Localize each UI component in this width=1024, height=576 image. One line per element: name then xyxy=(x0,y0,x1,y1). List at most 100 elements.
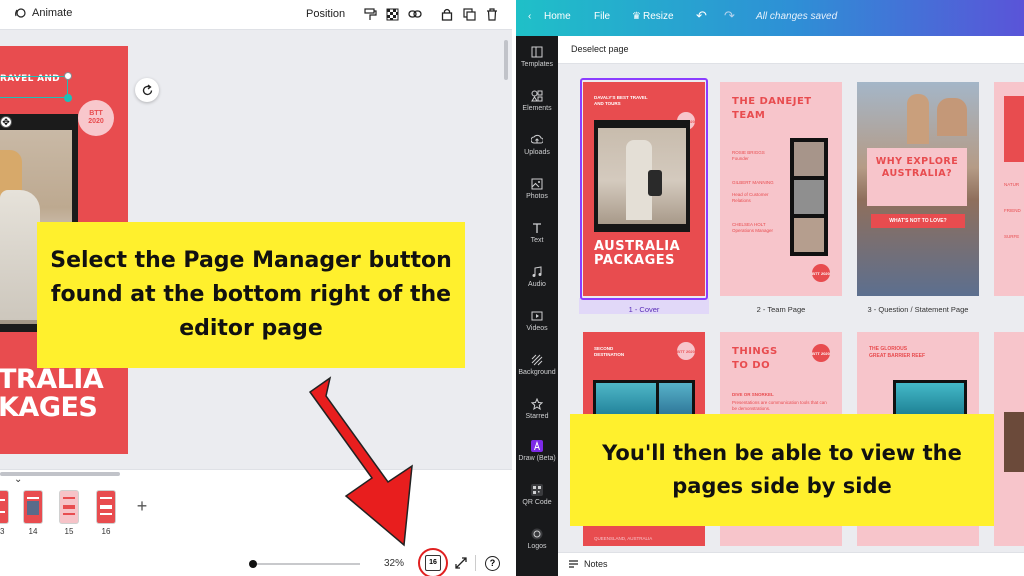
sidebar-item-videos[interactable]: Videos xyxy=(516,310,558,332)
design-big-title[interactable]: TRALIA xyxy=(0,366,128,394)
design-badge[interactable]: BTT 2020 xyxy=(78,100,114,136)
card-button: WHAT'S NOT TO LOVE? xyxy=(871,214,965,228)
chevron-down-icon[interactable]: ⌄ xyxy=(14,474,28,485)
left-sidebar: Templates Elements Uploads Photos Text A… xyxy=(516,36,558,576)
transparency-icon[interactable] xyxy=(384,6,400,22)
undo-icon[interactable]: ↶ xyxy=(696,8,707,24)
redo-icon[interactable]: ↷ xyxy=(724,8,735,24)
file-menu[interactable]: File xyxy=(594,11,610,22)
sidebar-label: Templates xyxy=(521,61,553,68)
link-icon[interactable] xyxy=(407,6,423,22)
move-handle-icon[interactable]: ✥ xyxy=(0,116,12,128)
sidebar-label: Uploads xyxy=(524,149,550,156)
page-thumbnail[interactable] xyxy=(0,491,8,523)
horizontal-scrollbar[interactable] xyxy=(0,469,512,479)
sidebar-item-uploads[interactable]: Uploads xyxy=(516,134,558,156)
page-thumbnail[interactable] xyxy=(24,491,42,523)
animate-icon xyxy=(15,8,26,18)
sidebar-item-text[interactable]: Text xyxy=(516,222,558,244)
badge-line: BTT xyxy=(89,109,103,117)
logos-icon xyxy=(531,528,543,540)
card-badge: BTT 2020 xyxy=(812,344,830,362)
editor-header: ‹ Home File ♛ Resize ↶ ↷ All changes sav… xyxy=(516,0,1024,36)
card-badge: BTT 2020 xyxy=(812,264,830,282)
page-card-partial[interactable] xyxy=(994,332,1024,546)
page-thumbnail[interactable] xyxy=(97,491,115,523)
deselect-page-button[interactable]: Deselect page xyxy=(558,36,1024,64)
team-member-name: GILBERT MANNING xyxy=(732,180,774,185)
sidebar-item-draw[interactable]: Draw (Beta) xyxy=(516,440,558,462)
page-card-partial[interactable]: NATUR FRIEND SURFE xyxy=(994,82,1024,296)
card-sub: DIVE OR SNORKEL xyxy=(732,392,774,397)
text-selection-box[interactable] xyxy=(0,76,68,98)
design-big-title[interactable]: KAGES xyxy=(0,394,128,422)
duplicate-icon[interactable] xyxy=(461,6,477,22)
sidebar-item-elements[interactable]: Elements xyxy=(516,90,558,112)
page-thumbnail[interactable] xyxy=(60,491,78,523)
instruction-callout: Select the Page Manager button found at … xyxy=(37,222,465,368)
sidebar-item-templates[interactable]: Templates xyxy=(516,46,558,68)
instruction-callout: You'll then be able to view the pages si… xyxy=(570,414,994,526)
page-card-cover[interactable]: DAVALY'S BEST TRAVEL AND TOURS BTT 2020 … xyxy=(583,82,705,296)
help-button[interactable]: ? xyxy=(485,556,500,571)
crown-icon: ♛ xyxy=(632,11,641,22)
team-photos xyxy=(790,138,828,256)
card-title: WHY EXPLORE AUSTRALIA? xyxy=(875,156,959,179)
paint-roller-icon[interactable] xyxy=(362,6,378,22)
page-label: 2 - Team Page xyxy=(756,305,806,314)
position-button[interactable]: Position xyxy=(306,8,345,20)
home-button[interactable]: Home xyxy=(544,11,571,22)
page-number: 13 xyxy=(0,527,5,536)
rotate-icon xyxy=(142,83,152,95)
zoom-slider-handle[interactable] xyxy=(249,560,257,568)
card-title: PACKAGES xyxy=(594,253,675,268)
card-photo xyxy=(594,120,690,232)
sidebar-item-qr-code[interactable]: QR Code xyxy=(516,484,558,506)
sidebar-label: Background xyxy=(518,369,556,376)
sidebar-item-starred[interactable]: Starred xyxy=(516,398,558,420)
star-icon xyxy=(531,398,543,410)
photo-coat xyxy=(0,190,40,320)
text-icon xyxy=(533,223,541,233)
sidebar-label: Videos xyxy=(526,325,548,332)
fullscreen-icon[interactable] xyxy=(454,556,468,570)
page-number: 16 xyxy=(101,527,111,536)
sidebar-item-photos[interactable]: Photos xyxy=(516,178,558,200)
trash-icon[interactable] xyxy=(484,6,500,22)
rotate-button[interactable] xyxy=(135,78,159,102)
highlight-circle xyxy=(418,548,448,576)
page-card-question[interactable]: WHY EXPLORE AUSTRALIA? WHAT'S NOT TO LOV… xyxy=(857,82,979,296)
divider xyxy=(475,555,476,571)
add-page-button[interactable]: + xyxy=(132,496,152,518)
editor-toolbar: Animate Position xyxy=(0,0,512,30)
zoom-slider[interactable] xyxy=(252,563,360,565)
badge-line: 2020 xyxy=(88,118,104,125)
vertical-scrollbar[interactable] xyxy=(502,40,508,460)
notes-bar[interactable]: Notes xyxy=(558,552,1024,576)
sidebar-item-background[interactable]: Background xyxy=(516,354,558,376)
resize-handle[interactable] xyxy=(64,72,72,80)
elements-icon xyxy=(531,90,543,102)
page-card-team[interactable]: THE DANEJET TEAM ROSIE BRIGGS Founder GI… xyxy=(720,82,842,296)
resize-menu[interactable]: Resize xyxy=(643,11,674,22)
notes-label: Notes xyxy=(584,559,608,569)
back-icon[interactable]: ‹ xyxy=(528,11,531,22)
card-text: NATUR xyxy=(1004,182,1020,187)
audio-icon xyxy=(532,266,542,277)
card-body: Presentations are communication tools th… xyxy=(732,400,827,411)
sidebar-item-logos[interactable]: Logos xyxy=(516,528,558,550)
card-heading: DAVALY'S BEST TRAVEL AND TOURS xyxy=(594,95,648,106)
resize-handle[interactable] xyxy=(64,94,72,102)
animate-label: Animate xyxy=(32,7,73,19)
lock-icon[interactable] xyxy=(439,6,455,22)
sidebar-label: Elements xyxy=(522,105,552,112)
page-label: 3 - Question / Statement Page xyxy=(867,305,969,314)
templates-icon xyxy=(531,46,543,58)
sidebar-item-audio[interactable]: Audio xyxy=(516,266,558,288)
animate-button[interactable]: Animate xyxy=(14,7,72,19)
card-text: SURFE xyxy=(1004,234,1020,239)
card-title: THINGS xyxy=(732,346,778,357)
zoom-level[interactable]: 32% xyxy=(384,558,404,569)
page-number: 15 xyxy=(64,527,74,536)
uploads-icon xyxy=(531,134,543,144)
